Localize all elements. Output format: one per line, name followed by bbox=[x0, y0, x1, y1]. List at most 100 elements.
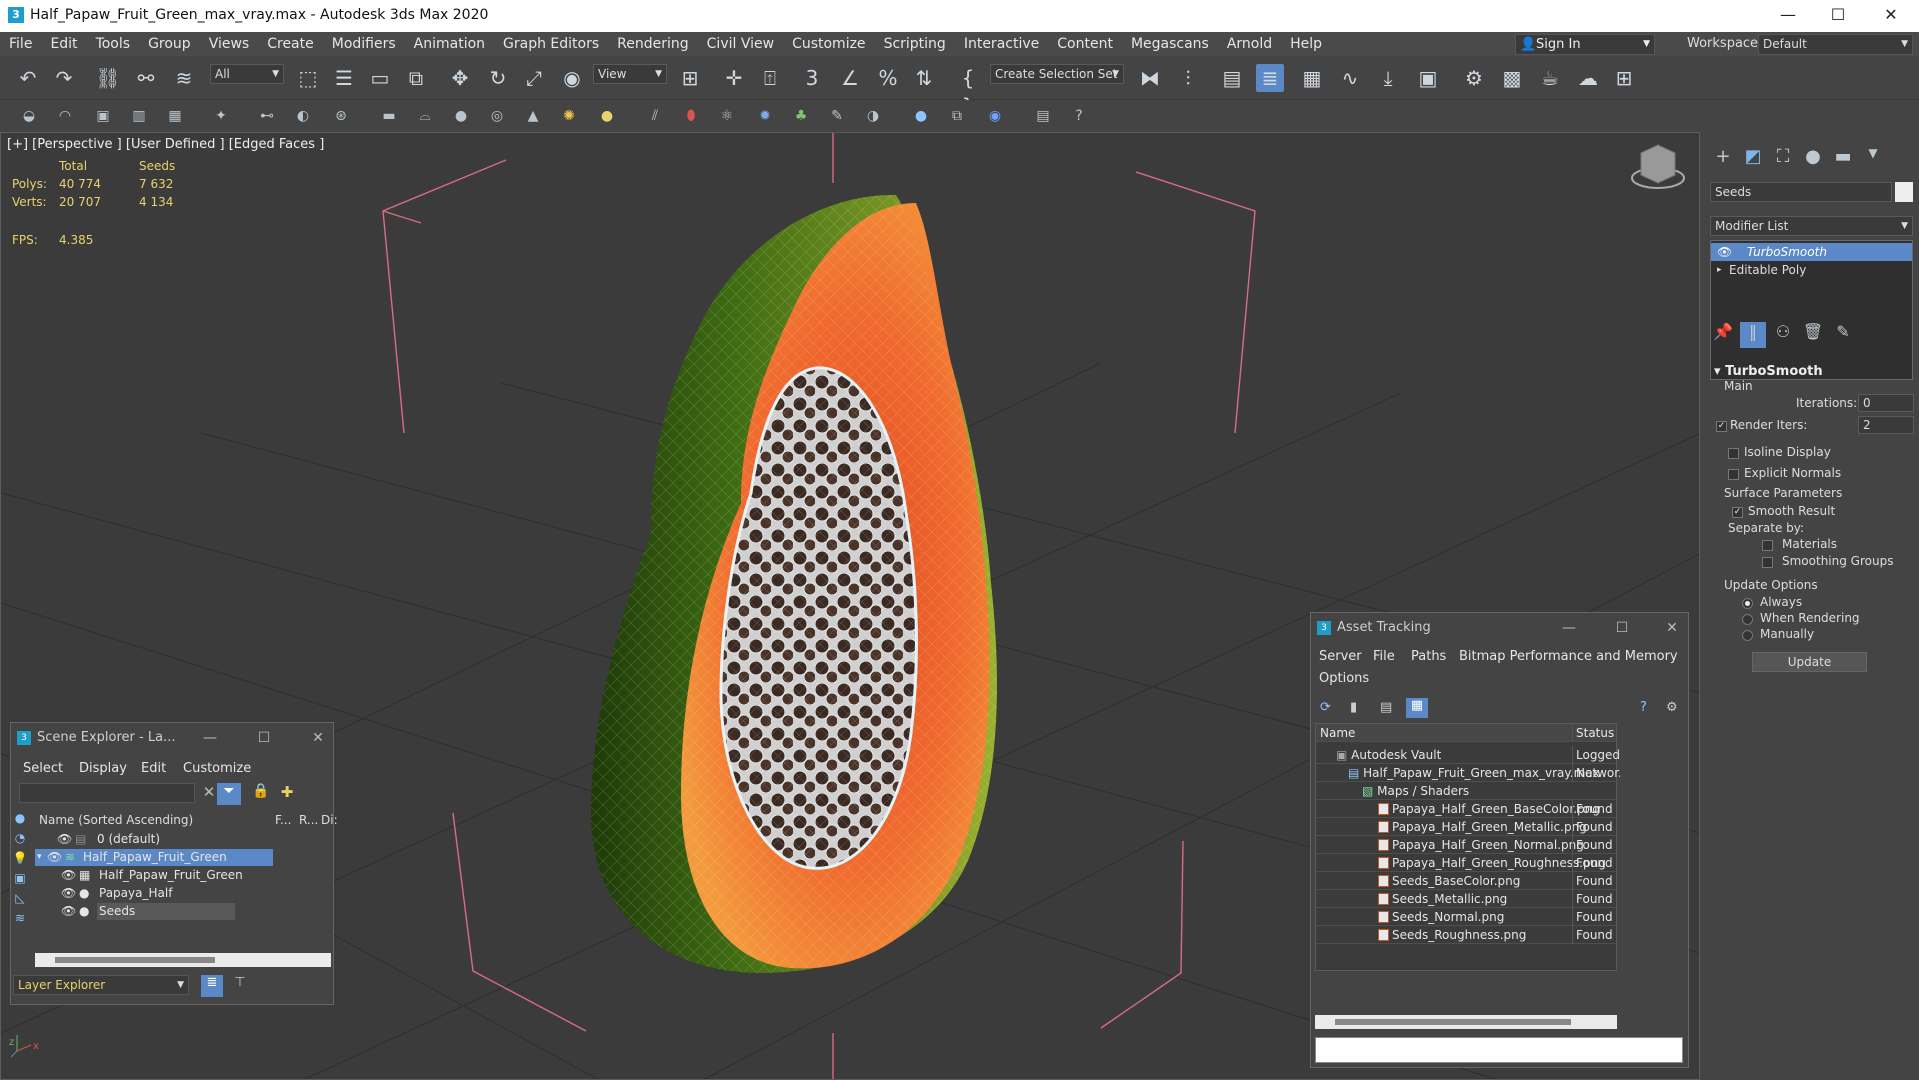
configure-sets-icon[interactable]: ✎ bbox=[1830, 322, 1856, 348]
refresh-icon[interactable]: ⟳ bbox=[1320, 700, 1331, 715]
menu-rendering[interactable]: Rendering bbox=[608, 32, 698, 56]
torus-icon[interactable]: ◎ bbox=[486, 105, 508, 127]
menu-create[interactable]: Create bbox=[258, 32, 323, 56]
tree-row-default-layer[interactable]: 👁 ▤ 0 (default) bbox=[35, 831, 273, 848]
layer-stack-icon[interactable]: ≣ bbox=[201, 975, 223, 997]
minimize-button[interactable]: — bbox=[195, 723, 225, 753]
plane-icon[interactable]: ▬ bbox=[378, 105, 400, 127]
menu-civil-view[interactable]: Civil View bbox=[698, 32, 783, 56]
camera-icon[interactable]: ⊷ bbox=[256, 105, 278, 127]
se-search-input[interactable] bbox=[19, 783, 195, 803]
snaps-toggle-icon[interactable]: 3 bbox=[798, 64, 826, 92]
asset-row[interactable]: Seeds_BaseColor.png Found bbox=[1316, 872, 1616, 890]
helper-icon[interactable]: ◐ bbox=[292, 105, 314, 127]
se-menu-display[interactable]: Display bbox=[79, 761, 127, 776]
render-iters-spinner[interactable]: 2 bbox=[1858, 416, 1914, 434]
display-lights-icon[interactable]: 💡 bbox=[11, 851, 29, 871]
asset-row[interactable]: Papaya_Half_Green_BaseColor.png Found bbox=[1316, 800, 1616, 818]
render-icon[interactable]: ◉ bbox=[984, 105, 1006, 127]
menu-modifiers[interactable]: Modifiers bbox=[323, 32, 405, 56]
modify-tab-icon[interactable]: ◩ bbox=[1740, 146, 1766, 172]
render-activeshade-icon[interactable]: ☁ bbox=[1574, 64, 1602, 92]
clear-search-icon[interactable]: ✕ bbox=[199, 783, 219, 803]
asset-row[interactable]: Seeds_Metallic.png Found bbox=[1316, 890, 1616, 908]
manually-radio[interactable] bbox=[1742, 630, 1753, 641]
display-spacewarps-icon[interactable]: ≋ bbox=[11, 911, 29, 931]
align-icon[interactable]: ⫶ bbox=[1174, 64, 1202, 92]
close-button[interactable]: ✕ bbox=[1657, 613, 1687, 643]
se-col-render[interactable]: R... bbox=[299, 811, 318, 829]
stack-item-editable-poly[interactable]: ▸ Editable Poly bbox=[1711, 261, 1912, 279]
script-icon[interactable]: ▤ bbox=[1032, 105, 1054, 127]
select-manipulate-icon[interactable]: ✛ bbox=[720, 64, 748, 92]
update-button[interactable]: Update bbox=[1752, 652, 1867, 672]
smoothing-groups-checkbox[interactable] bbox=[1762, 557, 1773, 568]
eye-icon[interactable]: 👁 bbox=[47, 849, 62, 866]
volume-icon[interactable]: ✹ bbox=[754, 105, 776, 127]
redo-icon[interactable]: ↷ bbox=[50, 64, 78, 92]
se-menu-customize[interactable]: Customize bbox=[183, 761, 251, 776]
render-iters-checkbox[interactable]: ✓ bbox=[1716, 421, 1727, 432]
hierarchy-icon[interactable]: ⊤ bbox=[229, 975, 251, 997]
pin-stack-icon[interactable]: 📌 bbox=[1710, 322, 1736, 348]
menu-scripting[interactable]: Scripting bbox=[875, 32, 955, 56]
move-icon[interactable]: ✥ bbox=[446, 64, 474, 92]
rotate-icon[interactable]: ↻ bbox=[484, 64, 512, 92]
at-menu-bitmap-performance[interactable]: Bitmap Performance and Memory bbox=[1459, 649, 1678, 664]
maximize-button[interactable]: ☐ bbox=[249, 723, 279, 753]
menu-group[interactable]: Group bbox=[139, 32, 200, 56]
always-radio[interactable] bbox=[1742, 598, 1753, 609]
make-unique-icon[interactable]: ⚇ bbox=[1770, 322, 1796, 348]
render-in-cloud-icon[interactable]: ⊞ bbox=[1610, 64, 1638, 92]
omni-light-icon[interactable]: ● bbox=[596, 105, 618, 127]
decal-icon[interactable]: ✎ bbox=[826, 105, 848, 127]
spacewarp-icon[interactable]: ⊛ bbox=[330, 105, 352, 127]
material-ball-icon[interactable]: ● bbox=[910, 105, 932, 127]
tree-row-half-papaw-layer[interactable]: ▾ 👁 ≋ Half_Papaw_Fruit_Green bbox=[35, 849, 273, 866]
spinner-snap-icon[interactable]: ⇅ bbox=[910, 64, 938, 92]
scene-explorer-toggle-icon[interactable]: ▤ bbox=[1218, 64, 1246, 92]
rendered-frame-window-icon[interactable]: ▩ bbox=[1498, 64, 1526, 92]
layer-explorer-toggle-icon[interactable]: ≣ bbox=[1256, 64, 1284, 92]
at-path-field[interactable] bbox=[1315, 1037, 1683, 1063]
pivot-center-icon[interactable]: ⊞ bbox=[676, 64, 704, 92]
close-button[interactable]: ✕ bbox=[303, 723, 333, 753]
menu-customize[interactable]: Customize bbox=[783, 32, 875, 56]
when-rendering-radio[interactable] bbox=[1742, 614, 1753, 625]
display-geometry-icon[interactable]: ● bbox=[11, 811, 29, 831]
named-selection-set-dropdown[interactable]: Create Selection Set ▼ bbox=[990, 64, 1124, 84]
iterations-spinner[interactable]: 0 bbox=[1858, 394, 1914, 412]
render-setup-icon[interactable]: ⚙ bbox=[1460, 64, 1488, 92]
se-menu-edit[interactable]: Edit bbox=[141, 761, 166, 776]
stack-item-turbosmooth[interactable]: 👁 TurboSmooth bbox=[1711, 243, 1912, 261]
mirror-icon[interactable]: ⧓ bbox=[1136, 64, 1164, 92]
collapse-icon[interactable]: ▾ bbox=[37, 849, 42, 866]
sign-in-dropdown[interactable]: 👤 Sign In ▼ bbox=[1515, 34, 1655, 55]
at-horizontal-scrollbar[interactable] bbox=[1315, 1015, 1617, 1029]
menu-arnold[interactable]: Arnold bbox=[1218, 32, 1281, 56]
modifier-list-dropdown[interactable]: Modifier List ▼ bbox=[1710, 216, 1913, 236]
hair-icon[interactable]: ⫽ bbox=[644, 105, 666, 127]
select-by-name-icon[interactable]: ☰ bbox=[330, 64, 358, 92]
menu-edit[interactable]: Edit bbox=[41, 32, 86, 56]
asset-row[interactable]: Papaya_Half_Green_Normal.png Found bbox=[1316, 836, 1616, 854]
create-tab-icon[interactable]: + bbox=[1710, 146, 1736, 172]
asset-row[interactable]: Seeds_Roughness.png Found bbox=[1316, 926, 1616, 944]
papaya-model[interactable] bbox=[591, 194, 997, 974]
hierarchy-tab-icon[interactable]: ⛶ bbox=[1770, 146, 1796, 172]
add-layer-icon[interactable]: ✚ bbox=[277, 783, 297, 803]
scale-icon[interactable]: ⤢ bbox=[520, 64, 548, 92]
sun-icon[interactable]: ✺ bbox=[558, 105, 580, 127]
proxy-icon[interactable]: ⚛ bbox=[716, 105, 738, 127]
fur-icon[interactable]: ♣ bbox=[790, 105, 812, 127]
particle-icon[interactable]: ⬮ bbox=[680, 105, 702, 127]
asset-col-status[interactable]: Status bbox=[1572, 724, 1620, 742]
asset-row[interactable]: Papaya_Half_Green_Metallic.png Found bbox=[1316, 818, 1616, 836]
motion-tab-icon[interactable]: ● bbox=[1800, 146, 1826, 172]
explicit-normals-checkbox[interactable] bbox=[1728, 469, 1739, 480]
cone-icon[interactable]: ▲ bbox=[522, 105, 544, 127]
remove-modifier-icon[interactable]: 🗑 bbox=[1800, 322, 1826, 348]
minimize-button[interactable]: — bbox=[1763, 0, 1813, 32]
close-button[interactable]: ✕ bbox=[1866, 0, 1916, 32]
rectangular-selection-icon[interactable]: ▭ bbox=[366, 64, 394, 92]
